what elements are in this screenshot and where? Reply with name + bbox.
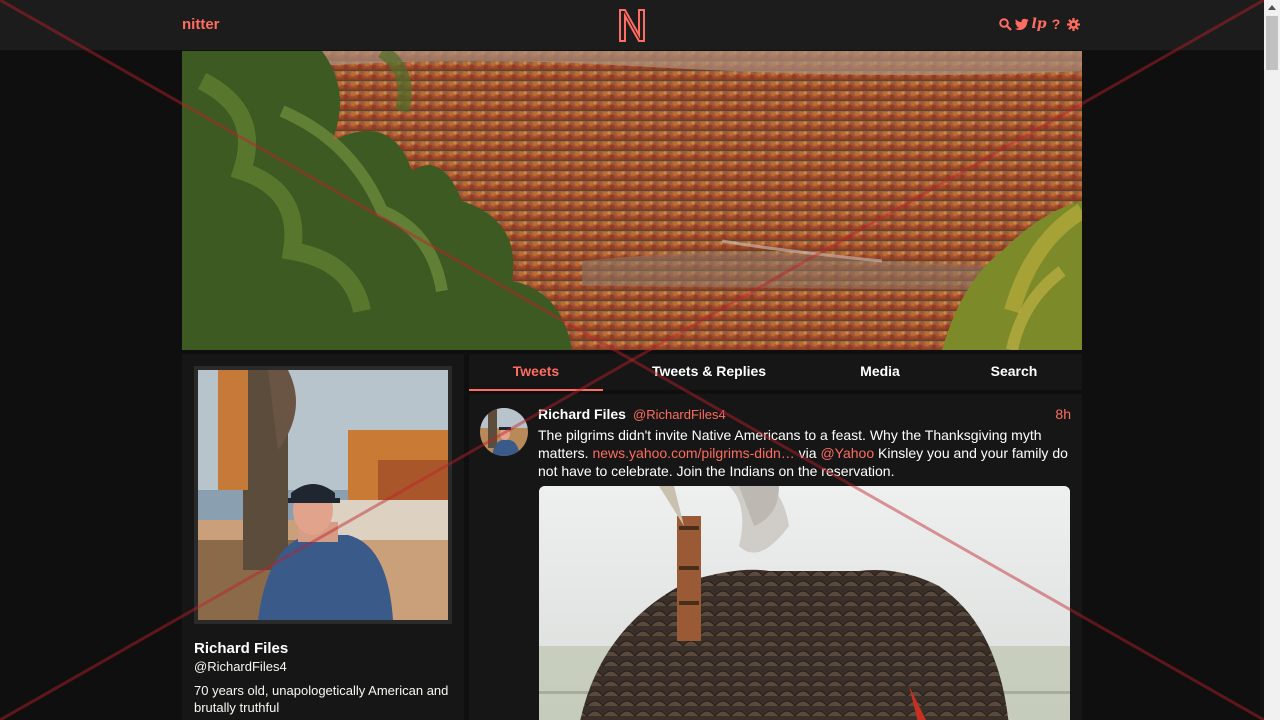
tab-search[interactable]: Search xyxy=(969,354,1059,389)
tab-tweets-replies[interactable]: Tweets & Replies xyxy=(629,354,789,389)
settings-icon[interactable] xyxy=(1066,15,1080,33)
scroll-up-icon[interactable] xyxy=(1268,5,1276,10)
help-icon[interactable]: ? xyxy=(1049,15,1063,33)
tweet-content: The pilgrims didn't invite Native Americ… xyxy=(538,426,1073,480)
nav-icons: lp ? xyxy=(998,15,1080,33)
navbar: nitter lp ? xyxy=(0,0,1264,51)
tweet-mention[interactable]: @Yahoo xyxy=(820,445,874,461)
tweet-date[interactable]: 8h xyxy=(1055,406,1071,422)
tweet-fullname[interactable]: Richard Files xyxy=(538,406,626,422)
tab-media[interactable]: Media xyxy=(829,354,931,389)
timeline-tabs: Tweets Tweets & Replies Media Search xyxy=(469,354,1082,391)
profile-bio: 70 years old, unapologetically American … xyxy=(194,683,449,715)
profile-username[interactable]: @RichardFiles4 xyxy=(194,659,287,674)
timeline: Richard Files @RichardFiles4 8h The pilg… xyxy=(469,394,1082,720)
avatar-frame xyxy=(194,366,452,624)
scrollbar-thumb[interactable] xyxy=(1266,16,1278,70)
rss-icon[interactable]: lp xyxy=(1031,15,1046,33)
profile-fullname[interactable]: Richard Files xyxy=(194,640,288,657)
search-icon[interactable] xyxy=(998,15,1012,33)
twitter-icon[interactable] xyxy=(1015,15,1029,33)
tweet-avatar[interactable] xyxy=(480,408,528,456)
avatar[interactable] xyxy=(198,370,448,620)
nitter-logo-icon[interactable] xyxy=(617,7,647,43)
profile-card: Richard Files @RichardFiles4 70 years ol… xyxy=(182,354,464,720)
tab-tweets[interactable]: Tweets xyxy=(469,354,603,391)
banner-image xyxy=(182,51,1082,350)
tweet-image[interactable] xyxy=(539,486,1070,720)
nav-brand-link[interactable]: nitter xyxy=(182,16,220,33)
tweet-link[interactable]: news.yahoo.com/pilgrims-didn… xyxy=(592,445,794,461)
profile-banner[interactable] xyxy=(182,51,1082,350)
page-scrollbar[interactable] xyxy=(1264,0,1280,720)
tweet-username[interactable]: @RichardFiles4 xyxy=(633,407,726,422)
tweet-text-part: via xyxy=(794,445,821,461)
